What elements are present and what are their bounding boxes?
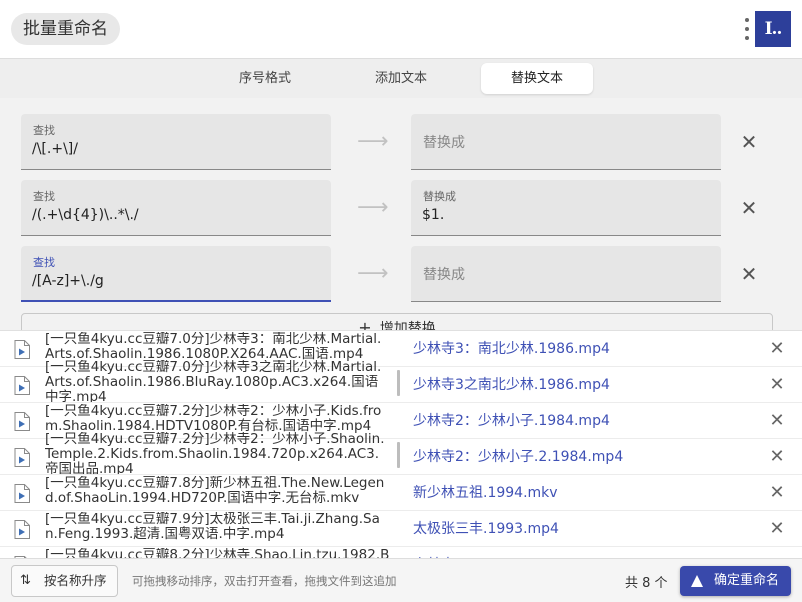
old-file-name: [一只鱼4kyu.cc豆瓣7.8分]新少林五祖.The.New.Legend.o… [45,476,385,506]
video-file-icon [14,376,30,395]
tab-sequence-format[interactable]: 序号格式 [215,63,315,94]
video-file-icon [14,412,30,431]
tab-bar: 序号格式 添加文本 替换文本 [0,58,802,98]
list-item[interactable]: [一只鱼4kyu.cc豆瓣7.8分]新少林五祖.The.New.Legend.o… [0,475,802,511]
tab-add-text[interactable]: 添加文本 [351,63,451,94]
replace-label: 替换成 [423,190,456,203]
find-value: /[A-z]+\./g [32,273,104,289]
find-field-1[interactable]: 查找 /\[.+\]/ [21,114,331,170]
arrow-right-icon: ⟶ [357,129,389,154]
new-file-name: 少林寺3之南北少林.1986.mp4 [413,377,610,393]
sort-by-name-button[interactable]: ⇅ 按名称升序 [11,565,118,597]
close-icon[interactable]: ✕ [738,197,760,219]
close-icon[interactable]: ✕ [766,374,788,396]
new-file-name: 少林寺3：南北少林.1986.mp4 [413,341,610,357]
replace-rules-panel: 查找 /\[.+\]/ ⟶ 替换成 ✕ 查找 /(.+\d{4})\..*\./… [0,98,802,334]
drag-hint: 可拖拽移动排序，双击打开查看，拖拽文件到这追加 [132,574,397,588]
arrow-right-icon: ⟶ [357,195,389,220]
arrow-right-icon: ⟶ [357,261,389,286]
close-icon[interactable]: ✕ [766,410,788,432]
sort-label: 按名称升序 [44,573,107,588]
confirm-rename-button[interactable]: 确定重命名 [680,566,791,596]
app-logo[interactable]: I.. [755,11,791,47]
confirm-label: 确定重命名 [714,573,780,588]
find-value: /(.+\d{4})\..*\./ [32,207,139,223]
find-label: 查找 [33,256,55,269]
old-file-name: [一只鱼4kyu.cc豆瓣7.0分]少林寺3之南北少林.Martial.Arts… [45,360,382,402]
list-item[interactable]: [一只鱼4kyu.cc豆瓣7.2分]少林寺2：少林小子.Shaolin.Temp… [0,432,802,475]
close-icon[interactable]: ✕ [766,518,788,540]
replace-placeholder: 替换成 [423,135,465,151]
video-file-icon [14,448,30,467]
old-file-name: [一只鱼4kyu.cc豆瓣7.2分]少林寺2：少林小子.Shaolin.Temp… [45,432,385,474]
drag-handle[interactable] [397,370,400,396]
new-file-name: 新少林五祖.1994.mkv [413,485,558,501]
file-count: 共 8 个 [625,576,668,591]
file-list[interactable]: [一只鱼4kyu.cc豆瓣7.0分]少林寺3：南北少林.Martial.Arts… [0,330,802,558]
list-item[interactable]: [一只鱼4kyu.cc豆瓣7.9分]太极张三丰.Tai.ji.Zhang.San… [0,511,802,547]
new-file-name: 太极张三丰.1993.mp4 [413,521,559,537]
old-file-name: [一只鱼4kyu.cc豆瓣7.9分]太极张三丰.Tai.ji.Zhang.San… [45,512,380,542]
close-icon[interactable]: ✕ [766,482,788,504]
old-file-name: [一只鱼4kyu.cc豆瓣8.2分]少林寺.Shao.Lin.tzu.1982.… [45,548,390,558]
list-item[interactable]: [一只鱼4kyu.cc豆瓣8.2分]少林寺.Shao.Lin.tzu.1982.… [0,547,802,558]
replace-field-1[interactable]: 替换成 [411,114,721,170]
find-field-3[interactable]: 查找 /[A-z]+\./g [21,246,331,302]
app-header: 批量重命名 I.. [0,0,802,58]
replace-field-2[interactable]: 替换成 $1. [411,180,721,236]
new-file-name: 少林寺2：少林小子.1984.mp4 [413,413,610,429]
app-title: 批量重命名 [11,13,120,45]
tab-replace-text[interactable]: 替换文本 [481,63,593,94]
triangle-up-icon [691,575,703,587]
replace-value: $1. [422,207,445,223]
replace-placeholder: 替换成 [423,267,465,283]
more-vert-icon[interactable] [740,16,754,42]
footer-bar: ⇅ 按名称升序 可拖拽移动排序，双击打开查看，拖拽文件到这追加 共 8 个 确定… [0,558,802,602]
close-icon[interactable]: ✕ [766,338,788,360]
close-icon[interactable]: ✕ [738,263,760,285]
new-file-name: 少林寺.1982.mp4 [413,547,531,558]
list-item[interactable]: [一只鱼4kyu.cc豆瓣7.0分]少林寺3之南北少林.Martial.Arts… [0,360,802,403]
close-icon[interactable]: ✕ [766,446,788,468]
find-label: 查找 [33,190,55,203]
find-label: 查找 [33,124,55,137]
find-field-2[interactable]: 查找 /(.+\d{4})\..*\./ [21,180,331,236]
video-file-icon [14,520,30,539]
drag-handle[interactable] [397,442,400,468]
replace-field-3[interactable]: 替换成 [411,246,721,302]
close-icon[interactable]: ✕ [738,131,760,153]
video-file-icon [14,484,30,503]
new-file-name: 少林寺2：少林小子.2.1984.mp4 [413,449,624,465]
video-file-icon [14,340,30,359]
sort-icon: ⇅ [20,573,31,588]
find-value: /\[.+\]/ [32,141,78,157]
